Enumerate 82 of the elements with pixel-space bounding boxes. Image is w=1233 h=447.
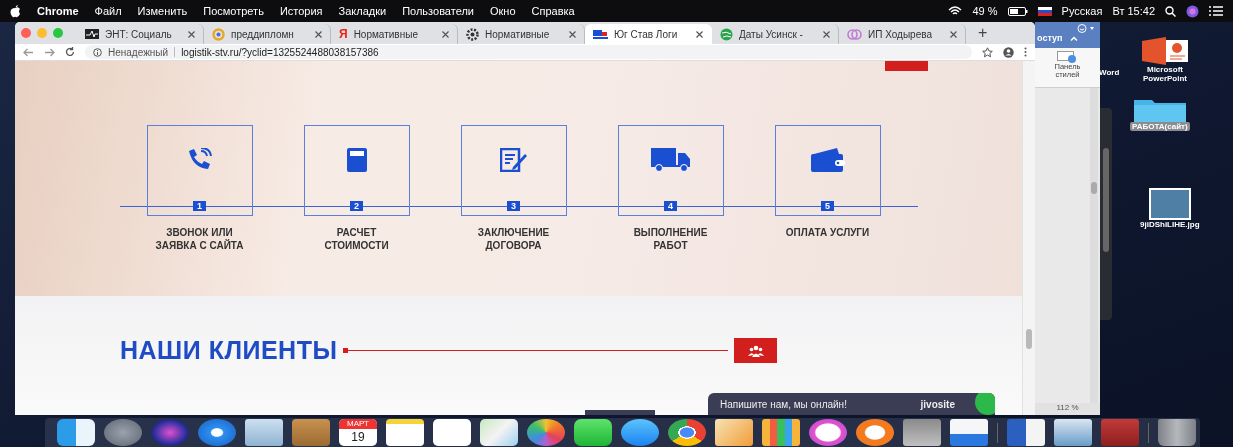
folder-icon[interactable] [1133, 98, 1186, 122]
presentation-icon[interactable] [1140, 37, 1190, 65]
flag-icon[interactable] [1037, 6, 1052, 16]
step-label: ЗАКЛЮЧЕНИЕ ДОГОВОРА [477, 226, 550, 252]
scrollbar[interactable] [1022, 61, 1035, 415]
menu-item[interactable]: Закладки [338, 5, 387, 17]
step-number: 1 [193, 201, 206, 211]
star-icon[interactable] [982, 46, 993, 58]
forward-icon[interactable] [44, 47, 55, 57]
browser-tab[interactable]: Юг Став Логи [585, 24, 712, 44]
step-label: РАСЧЕТ СТОИМОСТИ [324, 226, 389, 252]
ribbon-tab[interactable]: оступ [1037, 33, 1063, 43]
trash-icon[interactable] [1158, 419, 1196, 446]
info-icon[interactable] [93, 47, 102, 57]
wallet-icon [810, 148, 845, 172]
globe-favicon-icon [720, 27, 733, 41]
orb-icon[interactable] [151, 419, 189, 446]
input-source[interactable]: Русская [1061, 5, 1103, 17]
menu-item[interactable]: Пользователи [402, 5, 474, 17]
people-icon [734, 338, 778, 363]
step-number: 3 [507, 201, 520, 211]
chat-widget[interactable]: Напишите нам, мы онлайн! jivosite [708, 393, 995, 415]
ring-favicon-icon [212, 27, 225, 41]
close-icon[interactable] [823, 30, 830, 38]
clock[interactable]: Вт 15:42 [1112, 5, 1155, 17]
desktop-icon-label[interactable]: 9jiDShiLIHE.jpg [1138, 220, 1202, 229]
scrollbar-thumb[interactable] [1103, 148, 1109, 252]
desktop-icon-label[interactable]: Word [1097, 68, 1122, 77]
new-tab-button[interactable]: + [978, 24, 988, 42]
url-text: logistik-stv.ru/?yclid=1325524488038157386 [181, 46, 379, 58]
menu-item[interactable]: Окно [489, 5, 516, 17]
back-icon[interactable] [23, 47, 34, 57]
truck-favicon-icon [593, 28, 608, 40]
account-icon[interactable] [1003, 46, 1014, 58]
step-label: ЗВОНОК ИЛИ ЗАЯВКА С САЙТА [155, 226, 244, 252]
chart-favicon-icon [85, 29, 99, 39]
zoom-level[interactable]: 112 % [1035, 403, 1100, 415]
battery-icon[interactable] [1007, 6, 1028, 16]
caret-icon[interactable] [1070, 35, 1079, 41]
circles-favicon-icon [847, 27, 862, 41]
wifi-icon[interactable] [948, 6, 963, 16]
phone-icon [186, 148, 213, 170]
calendar-icon[interactable]: МАРТ 19 [339, 419, 377, 446]
close-icon[interactable] [950, 30, 957, 38]
list-icon[interactable] [1209, 6, 1223, 16]
menu-icon[interactable] [1024, 47, 1027, 57]
battery-percent: 49 % [972, 5, 998, 17]
photo-placeholder[interactable] [1148, 188, 1191, 220]
close-icon[interactable] [188, 30, 195, 38]
close-icon[interactable] [696, 30, 703, 38]
close-icon[interactable] [442, 30, 449, 38]
search-icon[interactable] [1165, 5, 1176, 17]
app-menu[interactable]: Chrome [37, 5, 79, 17]
menu-item[interactable]: История [279, 5, 323, 17]
scrollbar[interactable] [1090, 88, 1098, 403]
section-heading: НАШИ КЛИЕНТЫ [120, 336, 338, 365]
reload-icon[interactable] [65, 47, 75, 57]
smiley-icon[interactable] [1077, 24, 1095, 33]
step-label: ВЫПОЛНЕНИЕ РАБОТ [633, 226, 708, 252]
truck-icon [650, 148, 691, 172]
tab-favicon-icon: Я [339, 27, 348, 41]
menu-item[interactable]: Файл [94, 5, 122, 17]
calculator-icon [346, 148, 367, 172]
address-bar[interactable]: Ненадежный logistik-stv.ru/?yclid=1325524488038157386 [85, 45, 972, 59]
step-number: 4 [664, 201, 677, 211]
chat-message: Напишите нам, мы онлайн! [720, 398, 847, 410]
close-icon[interactable] [569, 30, 576, 38]
gear-favicon-icon [466, 27, 479, 41]
menu-item[interactable]: Справка [531, 5, 575, 17]
step-label: ОПЛАТА УСЛУГИ [785, 226, 870, 239]
step-number: 5 [821, 201, 834, 211]
document-pen-icon [499, 148, 528, 172]
security-label: Ненадежный [108, 46, 169, 58]
menu-item[interactable]: Изменить [137, 5, 188, 17]
step-number: 2 [350, 201, 363, 211]
menu-item[interactable]: Посмотреть [203, 5, 264, 17]
close-icon[interactable] [315, 30, 322, 38]
desktop-icon-label[interactable]: Microsoft PowerPoint [1141, 65, 1189, 83]
browser-icon[interactable] [668, 419, 706, 446]
orb-icon[interactable] [1186, 4, 1199, 18]
chat-brand: jivosite [920, 398, 955, 410]
apple-menu-icon[interactable] [10, 4, 21, 18]
